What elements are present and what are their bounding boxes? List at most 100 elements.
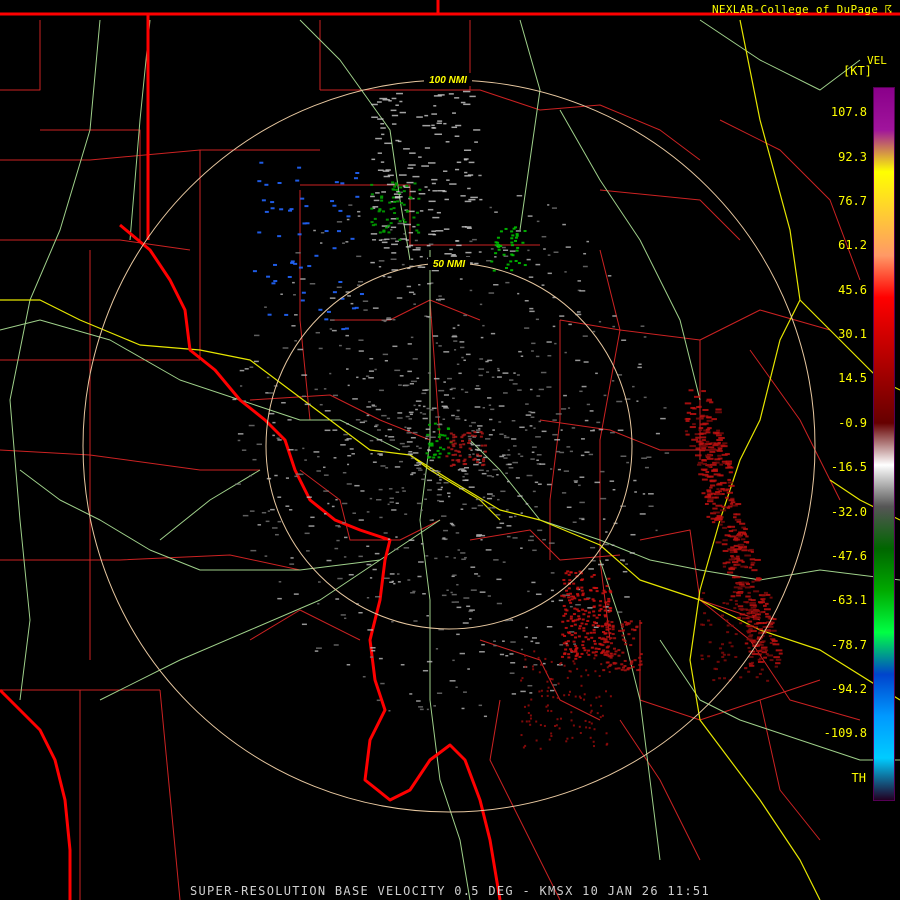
outbound-echo: [728, 641, 732, 644]
outbound-echo: [716, 660, 720, 663]
outbound-echo: [621, 634, 625, 637]
clutter-echo: [564, 351, 567, 354]
clutter-echo: [398, 384, 402, 386]
inbound-echo: [393, 185, 397, 188]
outbound-echo: [738, 531, 745, 534]
clutter-echo: [438, 389, 445, 392]
clutter-echo: [390, 237, 397, 240]
inbound-echo: [297, 233, 302, 236]
outbound-echo: [689, 445, 696, 448]
outbound-echo: [588, 589, 592, 592]
outbound-echo: [708, 446, 715, 449]
outbound-echo: [694, 433, 699, 436]
clutter-echo: [424, 147, 431, 149]
clutter-echo: [640, 325, 645, 327]
outbound-echo: [522, 746, 525, 749]
outbound-echo: [594, 647, 598, 650]
outbound-echo: [739, 592, 743, 595]
clutter-echo: [377, 453, 383, 455]
clutter-echo: [418, 156, 422, 158]
clutter-echo: [531, 451, 535, 454]
clutter-echo: [408, 291, 415, 294]
clutter-echo: [470, 196, 478, 199]
clutter-echo: [457, 324, 460, 327]
clutter-echo: [485, 549, 492, 551]
outbound-echo: [749, 664, 755, 667]
clutter-echo: [479, 198, 483, 201]
clutter-echo: [384, 238, 390, 241]
outbound-echo: [685, 419, 690, 422]
clutter-echo: [357, 215, 361, 217]
outbound-echo: [527, 711, 530, 714]
outbound-echo: [732, 538, 740, 541]
outbound-echo: [704, 496, 712, 499]
outbound-echo: [623, 659, 627, 662]
clutter-echo: [383, 175, 391, 178]
outbound-echo: [747, 635, 753, 638]
outbound-echo: [701, 492, 706, 495]
clutter-echo: [409, 413, 413, 416]
outbound-echo: [608, 670, 611, 673]
clutter-echo: [412, 175, 420, 178]
clutter-echo: [385, 467, 389, 469]
outbound-echo: [709, 401, 714, 404]
clutter-echo: [253, 334, 260, 337]
outbound-echo: [709, 463, 717, 466]
clutter-echo: [586, 240, 590, 243]
inbound-echo: [393, 212, 397, 215]
outbound-echo: [524, 665, 527, 668]
clutter-echo: [502, 561, 506, 563]
outbound-echo: [569, 571, 573, 574]
clutter-echo: [475, 498, 480, 501]
clutter-echo: [579, 501, 585, 504]
clutter-echo: [624, 596, 630, 598]
clutter-echo: [388, 709, 391, 712]
clutter-echo: [323, 388, 327, 390]
clutter-echo: [443, 228, 450, 230]
outbound-echo: [581, 618, 585, 621]
outbound-echo: [754, 626, 758, 629]
outbound-echo: [747, 625, 754, 628]
outbound-echo: [589, 736, 592, 739]
clutter-echo: [494, 211, 498, 213]
outbound-echo: [685, 417, 691, 420]
clutter-echo: [495, 514, 501, 516]
clutter-echo: [485, 360, 489, 363]
clutter-echo: [291, 325, 296, 327]
clutter-echo: [358, 350, 364, 352]
county-border: [599, 249, 621, 641]
clutter-echo: [347, 384, 350, 387]
outbound-echo: [599, 608, 603, 611]
outbound-echo: [695, 417, 703, 420]
clutter-echo: [413, 404, 416, 407]
outbound-echo: [716, 434, 722, 437]
clutter-echo: [293, 593, 299, 595]
clutter-echo: [479, 303, 483, 306]
clutter-echo: [455, 418, 461, 420]
outbound-echo: [607, 645, 611, 648]
legend-tick: 45.6: [838, 283, 867, 297]
clutter-echo: [462, 475, 465, 478]
clutter-echo: [542, 662, 546, 665]
clutter-echo: [648, 493, 654, 495]
clutter-echo: [469, 618, 472, 620]
outbound-echo: [617, 654, 621, 657]
inbound-echo: [314, 254, 319, 257]
outbound-echo: [609, 695, 612, 698]
clutter-echo: [560, 429, 563, 431]
outbound-echo: [721, 643, 725, 646]
outbound-echo: [575, 652, 579, 655]
inbound-echo: [359, 293, 364, 296]
outbound-echo: [620, 668, 624, 671]
clutter-echo: [510, 662, 516, 664]
clutter-echo: [540, 371, 547, 374]
clutter-echo: [462, 90, 471, 93]
clutter-echo: [346, 663, 351, 666]
clutter-echo: [475, 429, 481, 431]
outbound-echo: [747, 631, 751, 634]
outbound-echo: [589, 704, 592, 707]
clutter-echo: [428, 200, 436, 203]
secondary-highway: [439, 779, 471, 900]
outbound-echo: [755, 676, 759, 679]
clutter-echo: [329, 297, 336, 299]
